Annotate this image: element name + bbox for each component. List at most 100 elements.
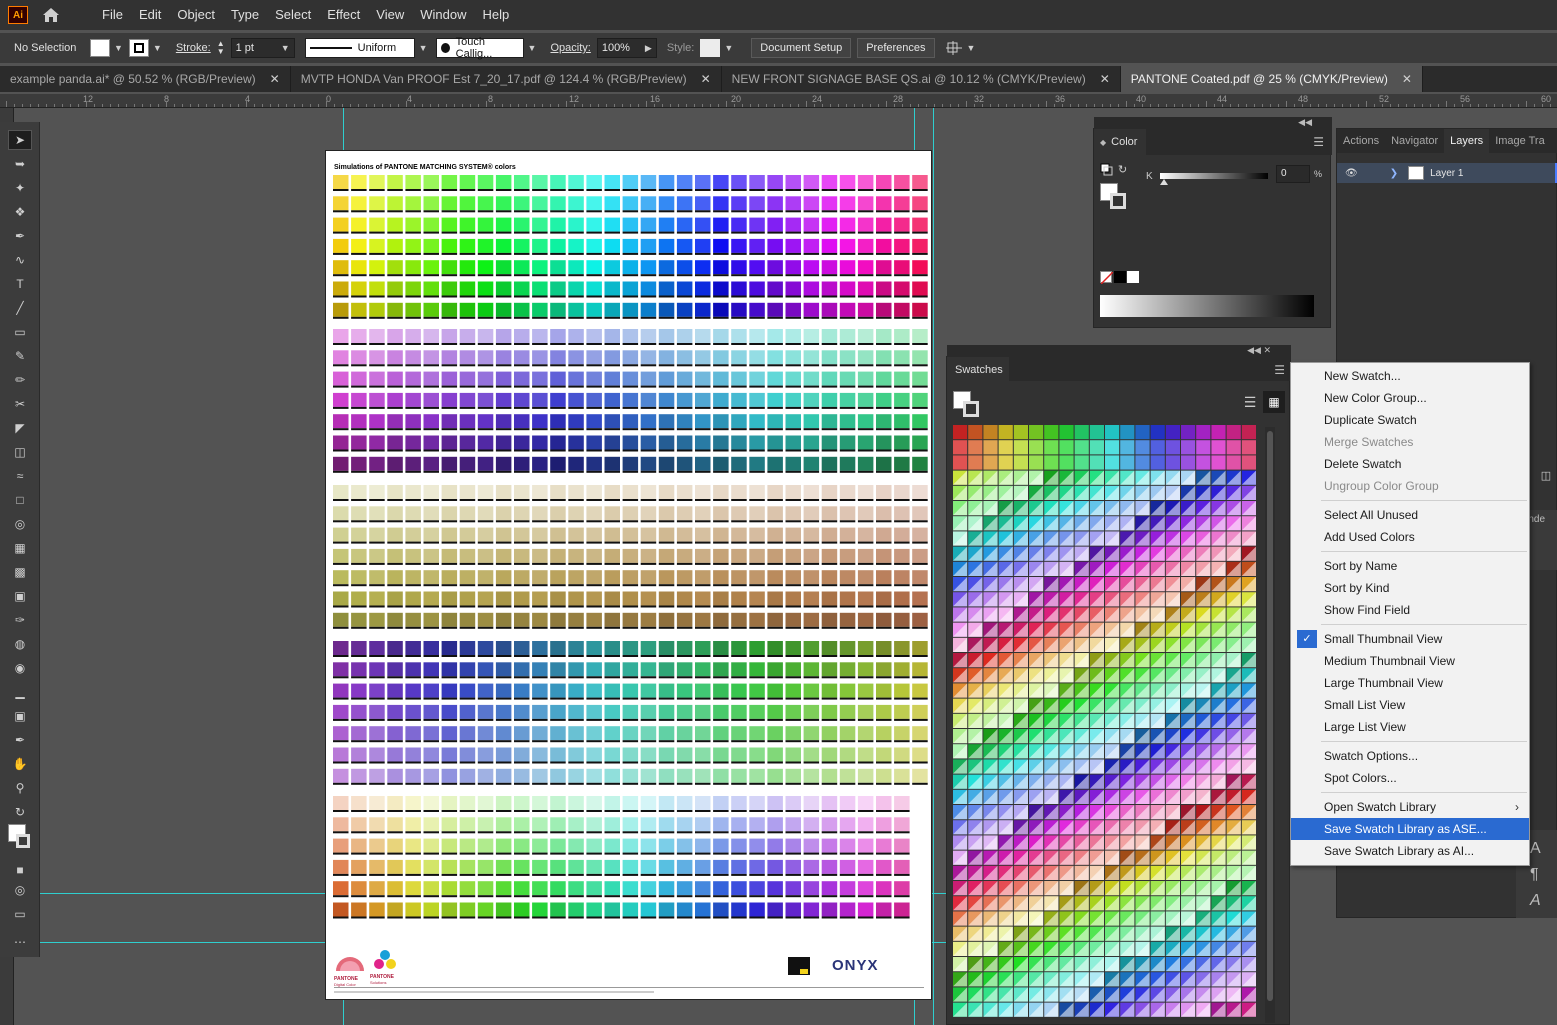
mesh-tool-icon[interactable]: ▩ bbox=[8, 562, 32, 582]
tab-swatches[interactable]: Swatches bbox=[947, 357, 1009, 381]
swatch-thumbnail[interactable] bbox=[998, 425, 1013, 440]
scissors-tool-icon[interactable]: ✂ bbox=[8, 394, 32, 414]
swatch-thumbnail[interactable] bbox=[1029, 455, 1044, 470]
close-icon[interactable]: ✕ bbox=[270, 72, 280, 86]
swatch-thumbnail[interactable] bbox=[1105, 440, 1120, 455]
menu-item-show-find-field[interactable]: Show Find Field bbox=[1291, 599, 1529, 621]
tab-layers[interactable]: Layers bbox=[1444, 129, 1490, 153]
warp-tool-icon[interactable]: ≈ bbox=[8, 466, 32, 486]
stroke-profile-select[interactable]: Uniform bbox=[304, 38, 415, 58]
tab-actions[interactable]: Actions bbox=[1337, 129, 1385, 153]
swatch-thumbnail[interactable] bbox=[1029, 440, 1044, 455]
menu-item-duplicate-swatch[interactable]: Duplicate Swatch bbox=[1291, 409, 1529, 431]
menu-item-spot-colors[interactable]: Spot Colors... bbox=[1291, 767, 1529, 789]
close-icon[interactable]: ✕ bbox=[1402, 72, 1412, 86]
tab-navigator[interactable]: Navigator bbox=[1385, 129, 1444, 153]
menu-item-new-color-group[interactable]: New Color Group... bbox=[1291, 387, 1529, 409]
chevron-down-icon[interactable]: ▼ bbox=[528, 43, 537, 53]
opacity-field[interactable]: 100% ▶ bbox=[596, 38, 657, 58]
swatch-thumbnail[interactable] bbox=[1029, 425, 1044, 440]
fill-stroke-large-icon[interactable] bbox=[8, 822, 32, 852]
menu-help[interactable]: Help bbox=[474, 0, 517, 30]
collapse-panel-icon[interactable]: ◀◀ ✕ bbox=[947, 345, 1291, 357]
swatch-thumbnail[interactable] bbox=[1044, 440, 1059, 455]
menu-item-swatch-options[interactable]: Swatch Options... bbox=[1291, 745, 1529, 767]
lasso-tool-icon[interactable]: ❖ bbox=[8, 202, 32, 222]
stroke-label[interactable]: Stroke: bbox=[176, 42, 211, 54]
swatch-thumbnail[interactable] bbox=[1059, 425, 1074, 440]
curvature-tool-icon[interactable]: ∿ bbox=[8, 250, 32, 270]
swatch-thumbnail[interactable] bbox=[1013, 455, 1028, 470]
swatch-thumbnail[interactable] bbox=[953, 455, 968, 470]
draw-mode-icon[interactable]: ◎ bbox=[8, 880, 32, 900]
opacity-label[interactable]: Opacity: bbox=[550, 42, 590, 54]
swatch-thumbnail[interactable] bbox=[1135, 425, 1150, 440]
color-spectrum-ramp[interactable] bbox=[1100, 295, 1314, 317]
swatch-thumbnail[interactable] bbox=[1059, 440, 1074, 455]
swatch-thumbnail[interactable] bbox=[1165, 425, 1180, 440]
swatch-thumbnail[interactable] bbox=[1211, 425, 1226, 440]
selection-tool-icon[interactable]: ➤ bbox=[8, 130, 32, 150]
black-color-swatch[interactable] bbox=[1114, 271, 1126, 283]
menu-item-small-thumbnail-view[interactable]: Small Thumbnail View ✓ bbox=[1291, 628, 1529, 650]
swatch-thumbnail[interactable] bbox=[1241, 455, 1256, 470]
swatches-scrollbar[interactable] bbox=[1265, 427, 1275, 1023]
artboard-tool-icon[interactable]: ▣ bbox=[8, 706, 32, 726]
k-slider-track[interactable] bbox=[1160, 173, 1268, 179]
new-layer-icon[interactable]: ◫ bbox=[1536, 469, 1556, 489]
swatch-thumbnail[interactable] bbox=[1059, 455, 1074, 470]
thumbnail-view-icon[interactable]: ▦ bbox=[1263, 391, 1285, 413]
swatch-thumbnail[interactable] bbox=[1196, 455, 1211, 470]
swatch-thumbnail[interactable] bbox=[1044, 425, 1059, 440]
pen-tool-icon[interactable]: ✒ bbox=[8, 226, 32, 246]
menu-item-large-list-view[interactable]: Large List View bbox=[1291, 716, 1529, 738]
swatch-thumbnail[interactable] bbox=[1226, 440, 1241, 455]
swatch-thumbnail[interactable] bbox=[953, 425, 968, 440]
swatch-thumbnail[interactable] bbox=[983, 440, 998, 455]
swap-fill-stroke-icon[interactable]: ↻ bbox=[8, 802, 32, 822]
menu-item-save-swatch-library-as-ase[interactable]: Save Swatch Library as ASE... bbox=[1291, 818, 1529, 840]
column-graph-tool-icon[interactable]: ▁ bbox=[8, 682, 32, 702]
magic-wand-tool-icon[interactable]: ✦ bbox=[8, 178, 32, 198]
swatch-thumbnail[interactable] bbox=[1105, 455, 1120, 470]
tab-color[interactable]: ◆ Color bbox=[1094, 129, 1146, 155]
menu-item-merge-swatches[interactable]: Merge Swatches bbox=[1291, 431, 1529, 453]
swatch-thumbnail[interactable] bbox=[1241, 440, 1256, 455]
swatch-thumbnail[interactable] bbox=[1150, 425, 1165, 440]
slice-tool-icon[interactable]: ✒ bbox=[8, 730, 32, 750]
style-swatch[interactable]: ▼ bbox=[700, 39, 733, 57]
swatch-thumbnail[interactable] bbox=[1089, 455, 1104, 470]
swap-colors-icon[interactable]: ↻ bbox=[1118, 163, 1127, 176]
symbol-sprayer-tool-icon[interactable]: ◉ bbox=[8, 658, 32, 678]
layer-name[interactable]: Layer 1 bbox=[1430, 168, 1463, 179]
hand-tool-icon[interactable]: ✋ bbox=[8, 754, 32, 774]
swatch-thumbnail[interactable] bbox=[1013, 440, 1028, 455]
swatch-thumbnail[interactable] bbox=[983, 425, 998, 440]
preferences-button[interactable]: Preferences bbox=[857, 38, 935, 58]
collapse-panel-icon[interactable]: ◀◀ bbox=[1094, 117, 1332, 129]
more-tools-icon[interactable]: ⋯ bbox=[8, 932, 32, 952]
swatch-thumbnail[interactable] bbox=[983, 455, 998, 470]
default-colors-icon[interactable] bbox=[1100, 163, 1114, 177]
swatch-thumbnail[interactable] bbox=[1074, 455, 1089, 470]
shape-builder-tool-icon[interactable]: ◎ bbox=[8, 514, 32, 534]
menu-effect[interactable]: Effect bbox=[319, 0, 368, 30]
menu-item-sort-by-name[interactable]: Sort by Name bbox=[1291, 555, 1529, 577]
tab-honda-van-proof[interactable]: MVTP HONDA Van PROOF Est 7_20_17.pdf @ 1… bbox=[291, 66, 722, 92]
expand-arrow-icon[interactable]: ❯ bbox=[1390, 168, 1398, 179]
color-mode-icon[interactable]: ■ bbox=[8, 860, 32, 880]
horizontal-ruler[interactable]: 12 8 4 0 4 8 12 16 20 24 28 32 36 40 44 48 52 56 60 bbox=[0, 94, 1557, 108]
swatch-thumbnail[interactable] bbox=[1089, 425, 1104, 440]
k-value-field[interactable]: 0 bbox=[1276, 165, 1310, 183]
reflect-tool-icon[interactable]: ◤ bbox=[8, 418, 32, 438]
swatch-thumbnail[interactable] bbox=[1120, 440, 1135, 455]
swatch-thumbnail[interactable] bbox=[1196, 440, 1211, 455]
stroke-stepper[interactable]: ▲ ▼ bbox=[217, 40, 225, 56]
scrollbar-thumb[interactable] bbox=[1267, 431, 1273, 1001]
direct-selection-tool-icon[interactable]: ➥ bbox=[8, 154, 32, 174]
swatch-thumbnail[interactable] bbox=[1150, 455, 1165, 470]
menu-view[interactable]: View bbox=[368, 0, 412, 30]
menu-file[interactable]: File bbox=[94, 0, 131, 30]
menu-item-sort-by-kind[interactable]: Sort by Kind bbox=[1291, 577, 1529, 599]
menu-edit[interactable]: Edit bbox=[131, 0, 169, 30]
